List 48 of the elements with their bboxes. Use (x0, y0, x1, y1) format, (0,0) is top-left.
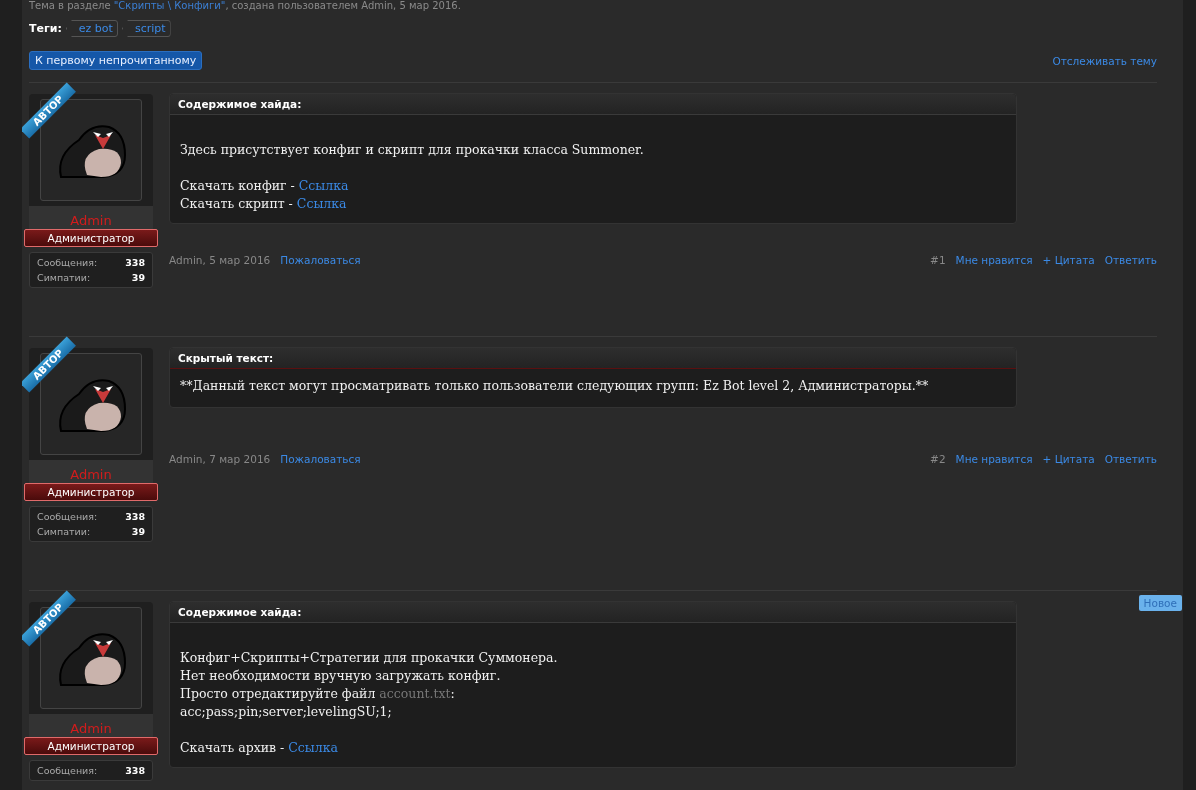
message-line: Нет необходимости вручную загружать конфиг. (180, 667, 502, 685)
block-title: Содержимое хайда: (170, 602, 1016, 623)
post-action-link[interactable]: Мне нравится (955, 453, 1033, 465)
message-line: Конфиг+Скрипты+Стратегии для прокачки Суммонера. (180, 649, 559, 667)
post-date: Admin, 5 мар 2016 (169, 254, 271, 266)
message-line: Скачать скрипт - Ссылка (180, 195, 348, 213)
stat-label: Сообщения: (37, 257, 98, 268)
stat-label: Симпатии: (37, 272, 91, 283)
post-action-link[interactable]: Ответить (1104, 254, 1157, 266)
post-action-link[interactable]: Ответить (1104, 453, 1157, 465)
message-line: Просто отредактируйте файл account.txt: (180, 685, 456, 703)
post-action-link[interactable]: + Цитата (1042, 453, 1095, 465)
message-line: acc;pass;pin;server;levelingSU;1; (180, 703, 393, 721)
role-banner: Администратор (24, 229, 158, 247)
report-link[interactable]: Пожаловаться (280, 254, 361, 266)
stat-value: 338 (125, 511, 145, 522)
stat-value: 338 (125, 257, 145, 268)
post-action-link[interactable]: + Цитата (1042, 254, 1095, 266)
message-line: Здесь присутствует конфиг и скрипт для прокачки класса Summoner. (180, 141, 645, 159)
stat-label: Симпатии: (37, 526, 91, 537)
post-action-link[interactable]: Мне нравится (955, 254, 1033, 266)
thread-info: Тема в разделе "Скрипты \ Конфиги", создана пользователем Admin, 5 мар 2016. (29, 0, 462, 12)
message-line: Скачать архив - Ссылка (180, 739, 340, 757)
link[interactable]: Ссылка (288, 740, 339, 755)
stat-label: Сообщения: (37, 511, 98, 522)
block-title: Скрытый текст: (170, 348, 1016, 369)
block-title: Содержимое хайда: (170, 94, 1016, 115)
stat-value: 338 (125, 765, 145, 776)
username[interactable]: Admin (70, 467, 112, 482)
role-banner: Администратор (24, 483, 158, 501)
role-banner: Администратор (24, 737, 158, 755)
stat-value: 39 (131, 526, 145, 537)
tags-label: Теги: (29, 22, 62, 35)
link[interactable]: Ссылка (296, 196, 347, 211)
username[interactable]: Admin (70, 721, 112, 736)
watch-thread-link[interactable]: Отслеживать тему (1052, 54, 1157, 67)
link[interactable]: Ссылка (298, 178, 349, 193)
post-number[interactable]: #1 (930, 254, 946, 266)
first-unread-button[interactable]: К первому непрочитанному (29, 51, 203, 70)
stat-value: 39 (131, 272, 145, 283)
post-date: Admin, 7 мар 2016 (169, 453, 271, 465)
message-line: Скачать конфиг - Ссылка (180, 177, 350, 195)
new-badge: Новое (1138, 595, 1182, 611)
message-line: **Данный текст могут просматривать только пользователи следующих групп: Ez Bot level 2, Администраторы.** (180, 377, 930, 395)
stat-label: Сообщения: (37, 765, 98, 776)
username[interactable]: Admin (70, 213, 112, 228)
report-link[interactable]: Пожаловаться (280, 453, 361, 465)
post-number[interactable]: #2 (930, 453, 946, 465)
